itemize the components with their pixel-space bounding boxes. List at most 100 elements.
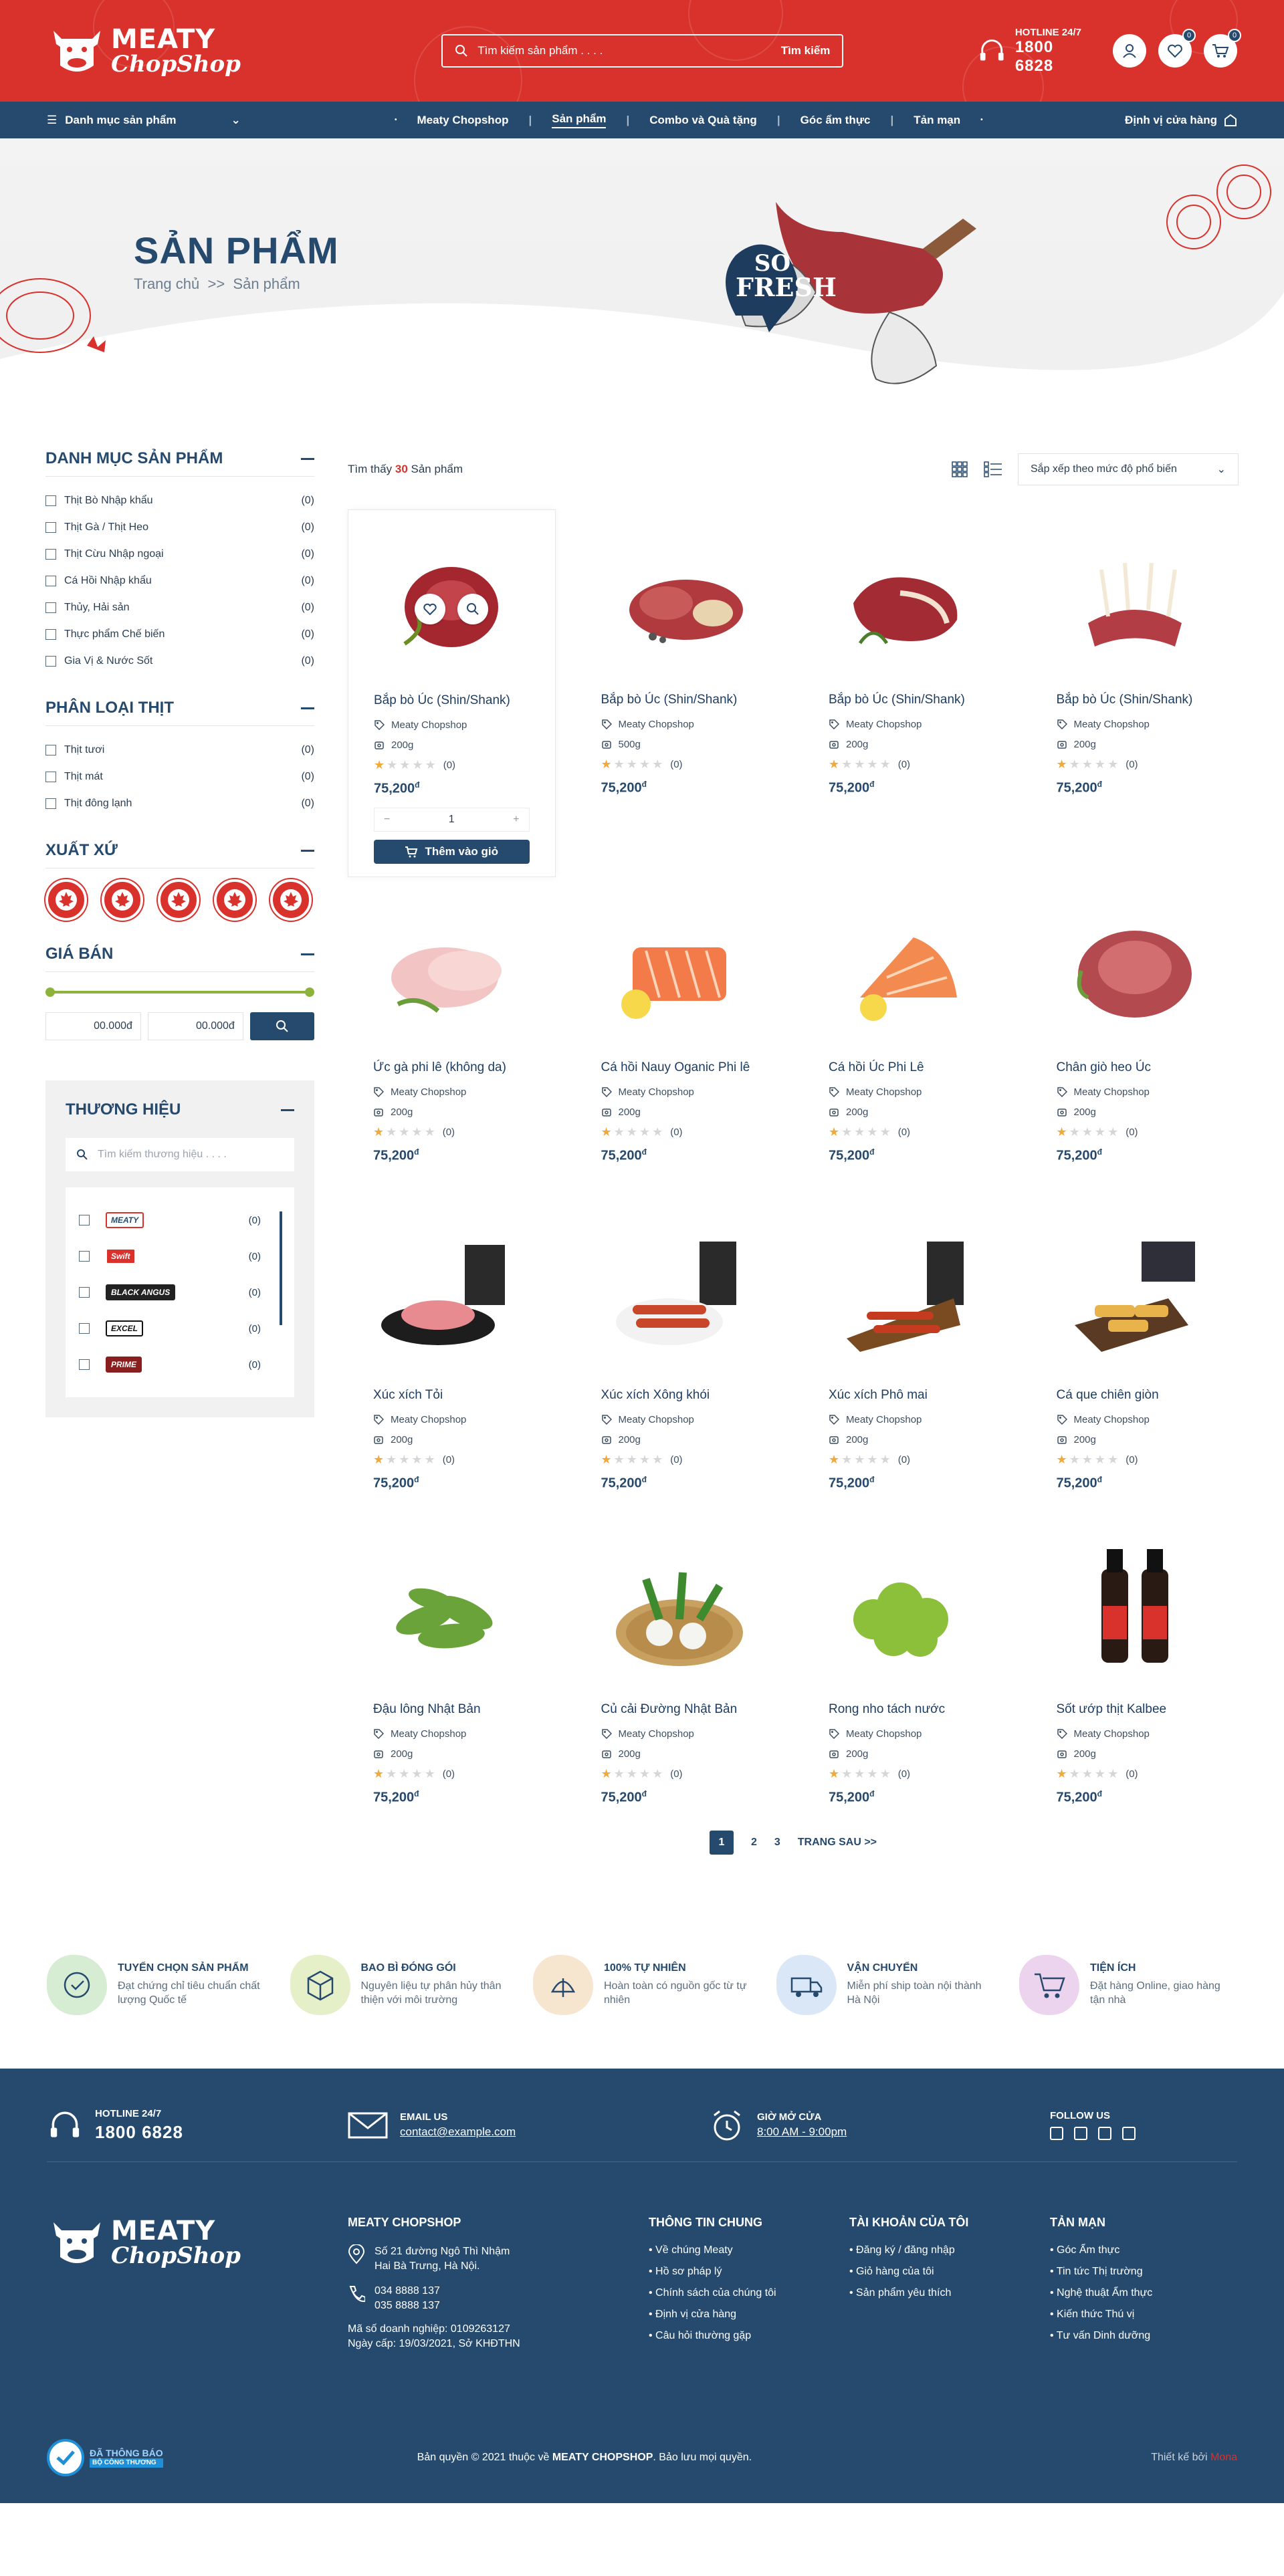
- filter-option[interactable]: Gia Vị & Nước Sốt (0): [45, 648, 314, 675]
- product-name[interactable]: Sốt ướp thịt Kalbee: [1057, 1702, 1214, 1717]
- wishlist-button[interactable]: 0: [1158, 29, 1196, 68]
- product-image[interactable]: [373, 1218, 530, 1372]
- product-image[interactable]: [373, 1532, 530, 1686]
- search-button[interactable]: Tìm kiếm: [781, 44, 831, 57]
- product-image[interactable]: [829, 891, 986, 1044]
- checkbox[interactable]: [45, 576, 56, 586]
- product-card[interactable]: Sốt ướp thịt Kalbee Meaty Chopshop 200g ★ ★ ★…: [1031, 1519, 1239, 1813]
- store-locator-link[interactable]: Định vị cửa hàng: [1125, 114, 1237, 127]
- price-min-handle[interactable]: [45, 987, 55, 997]
- product-image[interactable]: [601, 1218, 758, 1372]
- checkbox[interactable]: [45, 656, 56, 667]
- product-image[interactable]: [829, 1532, 986, 1686]
- filter-option[interactable]: Cá Hồi Nhập khẩu (0): [45, 568, 314, 594]
- product-card[interactable]: Cá hồi Nauy Oganic Phi lê Meaty Chopshop 2…: [576, 877, 784, 1205]
- nav-link-2[interactable]: Combo và Quà tặng: [649, 114, 757, 127]
- next-page-button[interactable]: TRANG SAU >>: [798, 1837, 877, 1849]
- checkbox[interactable]: [45, 602, 56, 613]
- filter-option[interactable]: Thịt Cừu Nhập ngoại (0): [45, 541, 314, 568]
- quick-view-icon[interactable]: [457, 594, 489, 624]
- nav-link-3[interactable]: Góc ẩm thực: [800, 114, 871, 127]
- decrement-button[interactable]: −: [384, 814, 390, 826]
- footer-link[interactable]: • Tin tức Thị trường: [1050, 2266, 1217, 2278]
- product-name[interactable]: Cá hồi Nauy Oganic Phi lê: [601, 1060, 758, 1075]
- checkbox[interactable]: [45, 745, 56, 755]
- price-filter-header[interactable]: GIÁ BÁN: [45, 945, 314, 972]
- quantity-stepper[interactable]: − 1 +: [374, 807, 530, 832]
- product-name[interactable]: Đậu lông Nhật Bản: [373, 1702, 530, 1717]
- brand-option[interactable]: BLACK ANGUS (0): [79, 1274, 281, 1310]
- product-image[interactable]: [829, 523, 986, 677]
- product-card[interactable]: Xúc xích Xông khói Meaty Chopshop 200g ★ ★ ★ ★…: [576, 1205, 784, 1519]
- product-image[interactable]: [1057, 891, 1214, 1044]
- checkbox[interactable]: [79, 1359, 90, 1370]
- brand-filter-header[interactable]: THƯƠNG HIỆU: [66, 1100, 294, 1127]
- footer-link[interactable]: • Câu hỏi thường gặp: [649, 2330, 849, 2342]
- checkbox[interactable]: [79, 1323, 90, 1334]
- filter-option[interactable]: Thịt mát (0): [45, 764, 314, 790]
- footer-phone-2[interactable]: 035 8888 137: [374, 2299, 440, 2313]
- brand-option[interactable]: EXCEL (0): [79, 1310, 281, 1346]
- product-image[interactable]: [373, 891, 530, 1044]
- product-name[interactable]: Rong nho tách nước: [829, 1702, 986, 1717]
- product-name[interactable]: Xúc xích Xông khói: [601, 1388, 758, 1403]
- brand-search-field[interactable]: Tìm kiếm thương hiệu . . . .: [66, 1138, 294, 1171]
- footer-link[interactable]: • Về chúng Meaty: [649, 2244, 849, 2256]
- meat-type-filter-header[interactable]: PHÂN LOẠI THỊT: [45, 699, 314, 726]
- product-name[interactable]: Chân giò heo Úc: [1057, 1060, 1214, 1075]
- price-min-field[interactable]: 00.000đ: [45, 1012, 141, 1040]
- product-name[interactable]: Bắp bò Úc (Shin/Shank): [1057, 693, 1214, 707]
- product-card[interactable]: Cá hồi Úc Phi Lê Meaty Chopshop 200g ★ ★ ★ ★ ★(…: [803, 877, 1011, 1205]
- product-name[interactable]: Bắp bò Úc (Shin/Shank): [601, 693, 758, 707]
- product-card[interactable]: Ức gà phi lê (không da) Meaty Chopshop 200…: [348, 877, 556, 1205]
- filter-option[interactable]: Thịt tươi (0): [45, 737, 314, 764]
- nav-link-1[interactable]: Sản phẩm: [552, 112, 607, 128]
- product-name[interactable]: Củ cải Đường Nhật Bản: [601, 1702, 758, 1717]
- canada-flag-icon[interactable]: [214, 879, 255, 921]
- checkbox[interactable]: [45, 798, 56, 809]
- checkbox[interactable]: [79, 1215, 90, 1225]
- categories-filter-header[interactable]: DANH MỤC SẢN PHẨM: [45, 449, 314, 477]
- footer-link[interactable]: • Giỏ hàng của tôi: [849, 2266, 1050, 2278]
- footer-logo[interactable]: MEATY ChopShop: [47, 2216, 348, 2359]
- grid-view-icon[interactable]: [951, 461, 968, 478]
- nav-link-0[interactable]: Meaty Chopshop: [417, 114, 509, 127]
- price-range-slider[interactable]: [45, 985, 314, 999]
- account-button[interactable]: [1113, 34, 1146, 68]
- product-image[interactable]: [601, 891, 758, 1044]
- footer-email-link[interactable]: contact@example.com: [400, 2125, 516, 2139]
- product-card[interactable]: Bắp bò Úc (Shin/Shank) Meaty Chopshop 500g…: [576, 509, 784, 850]
- product-name[interactable]: Xúc xích Phô mai: [829, 1388, 986, 1403]
- price-filter-button[interactable]: [249, 1012, 315, 1040]
- page-3-button[interactable]: 3: [774, 1837, 780, 1849]
- nav-link-4[interactable]: Tản mạn: [914, 114, 960, 127]
- product-name[interactable]: Xúc xích Tỏi: [373, 1388, 530, 1403]
- increment-button[interactable]: +: [513, 814, 519, 826]
- filter-option[interactable]: Thịt Bò Nhập khẩu (0): [45, 487, 314, 514]
- twitter-icon[interactable]: [1098, 2127, 1111, 2140]
- product-name[interactable]: Cá que chiên giòn: [1057, 1388, 1214, 1403]
- checkbox[interactable]: [45, 549, 56, 560]
- product-image[interactable]: [829, 1218, 986, 1372]
- product-name[interactable]: Bắp bò Úc (Shin/Shank): [374, 693, 530, 708]
- footer-link[interactable]: • Tư vấn Dinh dưỡng: [1050, 2330, 1217, 2342]
- filter-option[interactable]: Thịt đông lạnh (0): [45, 790, 314, 817]
- product-image[interactable]: [601, 523, 758, 677]
- product-image[interactable]: [601, 1532, 758, 1686]
- footer-phone-1[interactable]: 034 8888 137: [374, 2284, 440, 2299]
- canada-flag-icon[interactable]: [158, 879, 199, 921]
- sort-select[interactable]: Sắp xếp theo mức độ phổ biến ⌄: [1018, 453, 1239, 485]
- list-view-icon[interactable]: [983, 461, 1003, 478]
- product-name[interactable]: Ức gà phi lê (không da): [373, 1060, 530, 1075]
- product-image[interactable]: [374, 523, 530, 677]
- footer-link[interactable]: • Đăng ký / đăng nhập: [849, 2244, 1050, 2256]
- search-input[interactable]: Tìm kiếm sản phẩm . . . .: [477, 44, 771, 57]
- footer-link[interactable]: • Chính sách của chúng tôi: [649, 2287, 849, 2299]
- add-to-cart-button[interactable]: Thêm vào giỏ: [374, 839, 530, 864]
- brand-option[interactable]: MEATY (0): [79, 1202, 281, 1238]
- brand-option[interactable]: PRIME (0): [79, 1346, 281, 1383]
- filter-option[interactable]: Thủy, Hải sản (0): [45, 594, 314, 621]
- product-image[interactable]: [1057, 1218, 1214, 1372]
- add-wishlist-icon[interactable]: [415, 594, 446, 624]
- product-card[interactable]: Chân giò heo Úc Meaty Chopshop 200g ★ ★ ★ ★ ★ (0…: [1031, 877, 1239, 1205]
